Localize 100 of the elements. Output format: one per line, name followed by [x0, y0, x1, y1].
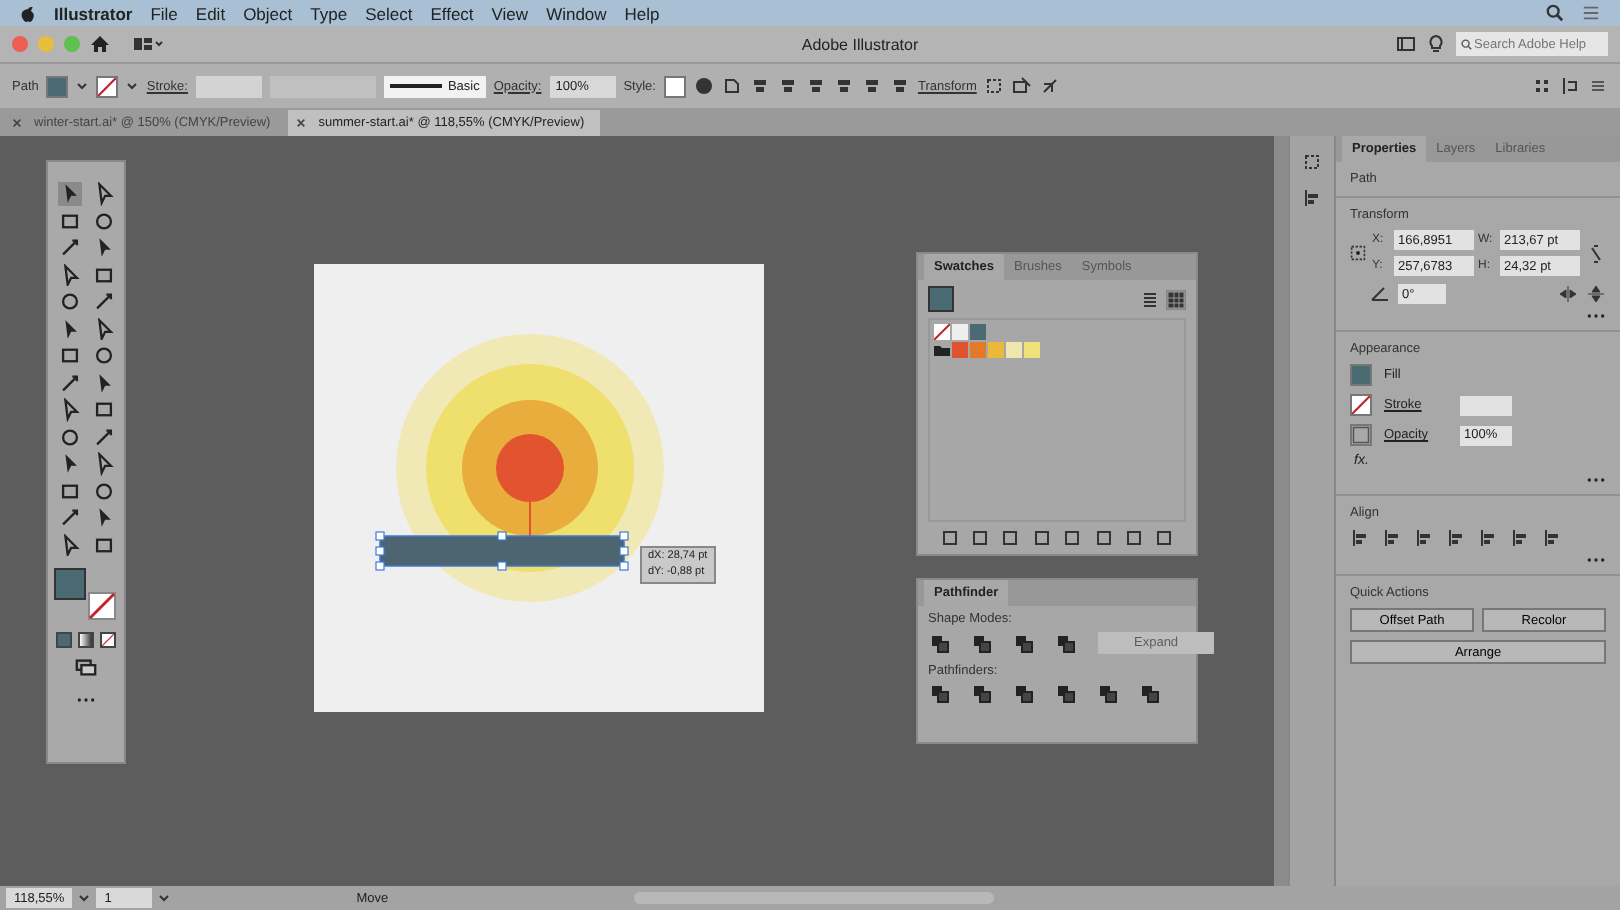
scrollbar[interactable]	[1274, 136, 1289, 886]
none-swatch[interactable]	[934, 324, 950, 340]
align-icon[interactable]	[777, 76, 798, 96]
fill-color-swatch[interactable]	[54, 568, 86, 600]
align-icon[interactable]	[861, 76, 882, 96]
list-view-icon[interactable]	[1140, 289, 1160, 309]
grid-icon[interactable]	[1532, 76, 1552, 96]
isolate-icon[interactable]	[984, 76, 1005, 96]
stroke-none-swatch[interactable]	[96, 75, 119, 97]
globe-icon[interactable]	[693, 76, 714, 96]
stroke-weight-field[interactable]	[195, 75, 262, 97]
swatch-action-icon[interactable]	[939, 528, 960, 548]
workspace-switcher-icon[interactable]	[132, 34, 164, 54]
align-icon[interactable]	[1542, 528, 1562, 548]
stroke-weight-field[interactable]	[1460, 395, 1512, 415]
panel-layout-icon[interactable]	[1396, 34, 1417, 54]
gradient-mode-swatch[interactable]	[78, 632, 94, 648]
swatch-action-icon[interactable]	[1154, 528, 1175, 548]
menu-item[interactable]: Select	[365, 3, 413, 23]
align-icon[interactable]	[1414, 528, 1434, 548]
shape-mode-icon[interactable]	[972, 633, 992, 653]
pathfinder-icon[interactable]	[1098, 684, 1118, 704]
menu-icon[interactable]	[1582, 4, 1600, 22]
lightbulb-icon[interactable]	[1426, 34, 1447, 54]
close-tab-icon[interactable]	[12, 118, 22, 128]
style-swatch[interactable]	[663, 75, 686, 97]
menu-item[interactable]: Type	[310, 3, 348, 23]
align-icon[interactable]	[1510, 528, 1530, 548]
swatch-action-icon[interactable]	[1062, 528, 1083, 548]
align-panel-icon[interactable]	[1302, 188, 1323, 208]
fill-color-swatch[interactable]	[928, 286, 954, 312]
align-icon[interactable]	[1478, 528, 1498, 548]
align-icon[interactable]	[805, 76, 826, 96]
menu-item[interactable]: Object	[243, 3, 293, 23]
caret-icon[interactable]	[78, 894, 91, 902]
grid-view-icon[interactable]	[1166, 289, 1186, 309]
menu-item[interactable]: File	[150, 3, 178, 23]
close-tab-icon[interactable]	[296, 118, 307, 128]
more-options-icon[interactable]	[1586, 312, 1606, 320]
swatch[interactable]	[988, 342, 1004, 358]
link-icon[interactable]	[1586, 243, 1606, 263]
align-icon[interactable]	[889, 76, 910, 96]
stroke-none-swatch[interactable]	[88, 592, 116, 620]
menu-item[interactable]: Window	[546, 3, 607, 23]
reference-point-icon[interactable]	[1350, 242, 1366, 264]
align-to-icon[interactable]	[721, 76, 742, 96]
pathfinder-icon[interactable]	[1014, 684, 1034, 704]
panel-menu-icon[interactable]	[1588, 76, 1608, 96]
swatch[interactable]	[952, 342, 968, 358]
recolor-icon[interactable]	[1040, 76, 1061, 96]
swatch[interactable]	[970, 342, 986, 358]
none-mode-swatch[interactable]	[100, 632, 116, 648]
swatch-action-icon[interactable]	[1093, 528, 1114, 548]
pathfinder-icon[interactable]	[930, 684, 950, 704]
swatch[interactable]	[970, 324, 986, 340]
apple-icon[interactable]	[20, 3, 36, 23]
distribute-icon[interactable]	[1560, 76, 1580, 96]
search-icon[interactable]	[1546, 4, 1564, 22]
align-icon[interactable]	[749, 76, 770, 96]
swatch-action-icon[interactable]	[1123, 528, 1144, 548]
swatch-action-icon[interactable]	[970, 528, 991, 548]
align-icon[interactable]	[1446, 528, 1466, 548]
fill-swatch[interactable]	[1350, 364, 1372, 386]
swatch-action-icon[interactable]	[1000, 528, 1021, 548]
app-menu[interactable]: Illustrator	[54, 3, 133, 23]
flip-vertical-icon[interactable]	[1586, 284, 1606, 304]
envelope-icon[interactable]	[1012, 76, 1033, 96]
caret-icon[interactable]	[126, 82, 139, 90]
shape-mode-icon[interactable]	[1014, 633, 1034, 653]
menu-item[interactable]: Help	[624, 3, 660, 23]
menu-item[interactable]: Effect	[430, 3, 474, 23]
registration-swatch[interactable]	[952, 324, 968, 340]
align-icon[interactable]	[833, 76, 854, 96]
search-icon	[1460, 37, 1475, 51]
screen-mode-icon[interactable]	[74, 656, 98, 679]
flip-horizontal-icon[interactable]	[1558, 284, 1578, 304]
more-icon[interactable]	[76, 695, 96, 703]
rectangle-tool-icon[interactable]	[91, 344, 115, 367]
menu-item[interactable]: View	[491, 3, 529, 23]
home-icon[interactable]	[90, 34, 110, 54]
menu-item[interactable]: Edit	[195, 3, 226, 23]
shape-mode-icon[interactable]	[930, 633, 950, 653]
transform-panel-icon[interactable]	[1302, 152, 1323, 172]
pathfinder-icon[interactable]	[972, 684, 992, 704]
swatch-action-icon[interactable]	[1031, 528, 1052, 548]
pathfinder-icon[interactable]	[1140, 684, 1160, 704]
fill-swatch[interactable]	[46, 75, 69, 97]
align-icon[interactable]	[1382, 528, 1402, 548]
shape-mode-icon[interactable]	[1056, 633, 1076, 653]
caret-icon[interactable]	[76, 82, 89, 90]
more-options-icon[interactable]	[1586, 476, 1606, 484]
selection-tool-icon[interactable]	[57, 182, 81, 205]
stroke-none-swatch[interactable]	[1350, 394, 1372, 416]
align-icon[interactable]	[1350, 528, 1370, 548]
swatch[interactable]	[1006, 342, 1022, 358]
more-options-icon[interactable]	[1586, 556, 1606, 564]
color-mode-swatch[interactable]	[56, 632, 72, 648]
caret-icon[interactable]	[158, 894, 171, 902]
pathfinder-icon[interactable]	[1056, 684, 1076, 704]
swatch[interactable]	[1024, 342, 1040, 358]
